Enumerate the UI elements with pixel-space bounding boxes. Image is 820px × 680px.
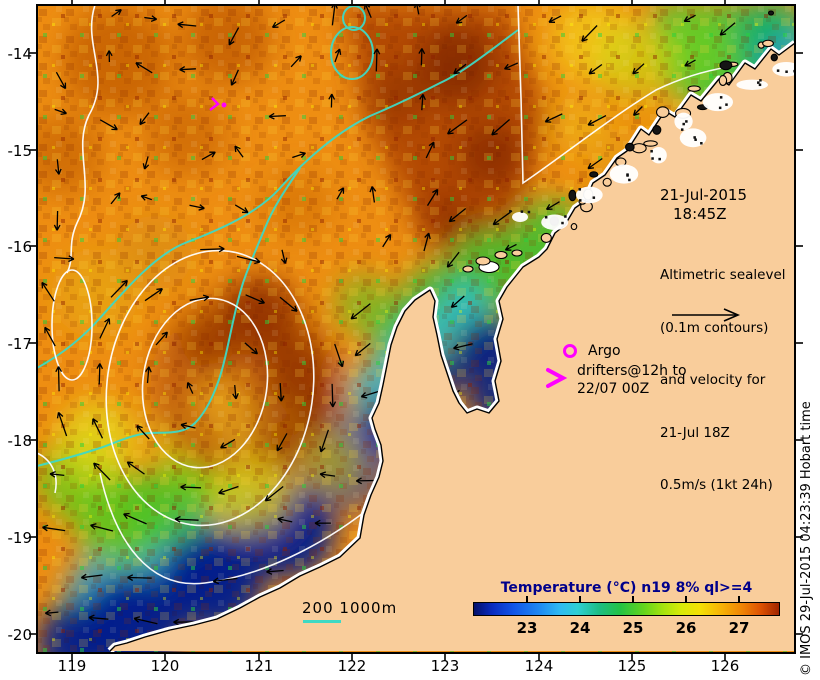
y-axis-label: -18 bbox=[7, 432, 33, 450]
altimetric-note-line: 0.5m/s (1kt 24h) bbox=[660, 477, 773, 493]
colorbar-tick-label: 27 bbox=[728, 619, 750, 637]
drifters-label-line2: 22/07 00Z bbox=[577, 381, 650, 397]
altimetric-note-line: Altimetric sealevel bbox=[660, 267, 786, 283]
x-axis-label: 122 bbox=[337, 657, 367, 675]
x-axis-label: 120 bbox=[150, 657, 180, 675]
colorbar bbox=[473, 602, 780, 616]
obs-datetime-line2: 18:45Z bbox=[673, 205, 727, 223]
colorbar-tick-label: 25 bbox=[622, 619, 644, 637]
altimetric-note: Altimetric sealevel (0.1m contours) and … bbox=[660, 232, 786, 530]
y-axis-label: -17 bbox=[7, 335, 33, 353]
x-axis-label: 126 bbox=[710, 657, 740, 675]
colorbar-tick bbox=[738, 596, 740, 602]
y-axis-label: -19 bbox=[7, 529, 33, 547]
altimetric-note-line: (0.1m contours) bbox=[660, 319, 769, 336]
colorbar-tick-label: 26 bbox=[675, 619, 697, 637]
colorbar-tick bbox=[579, 596, 581, 602]
colorbar-tick-label: 23 bbox=[516, 619, 538, 637]
x-axis-label: 125 bbox=[617, 657, 647, 675]
colorbar-tick bbox=[632, 596, 634, 602]
colorbar-tick bbox=[685, 596, 687, 602]
x-axis-label: 124 bbox=[524, 657, 554, 675]
x-axis-label: 119 bbox=[57, 657, 87, 675]
bathymetry-legend-label: 200 1000m bbox=[302, 599, 398, 617]
sst-map-figure: 21-Jul-2015 18:45Z Altimetric sealevel (… bbox=[0, 0, 820, 680]
x-axis-label: 123 bbox=[430, 657, 460, 675]
credit-text: © IMOS 29-Jul-2015 04:23:39 Hobart time bbox=[799, 401, 814, 676]
drifters-label-line1: drifters@12h to bbox=[577, 363, 687, 379]
altimetric-note-line: 21-Jul 18Z bbox=[660, 424, 730, 441]
y-axis-label: -16 bbox=[7, 238, 33, 256]
y-axis-label: -15 bbox=[7, 142, 33, 160]
argo-label: Argo bbox=[588, 343, 621, 359]
colorbar-title: Temperature (°C) n19 8% ql>=4 bbox=[500, 580, 753, 596]
bathymetry-legend-line bbox=[303, 620, 341, 623]
obs-datetime-line1: 21-Jul-2015 bbox=[660, 186, 748, 204]
colorbar-tick-label: 24 bbox=[569, 619, 591, 637]
y-axis-label: -14 bbox=[7, 45, 33, 63]
y-axis-label: -20 bbox=[7, 626, 33, 644]
colorbar-tick bbox=[526, 596, 528, 602]
x-axis-label: 121 bbox=[244, 657, 274, 675]
